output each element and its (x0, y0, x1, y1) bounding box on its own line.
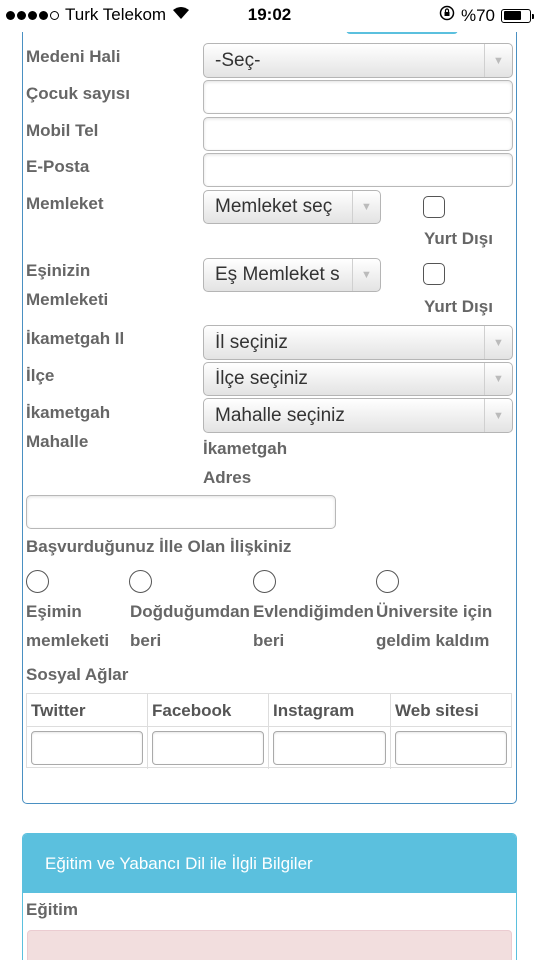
relation-option-label: memleketi (26, 631, 110, 650)
children-count-input[interactable] (203, 80, 513, 114)
spouse-hometown-label-line2: Memleketi (26, 290, 109, 309)
social-header-website: Web sitesi (391, 694, 511, 727)
education-panel: Eğitim ve Yabancı Dil ile İlgli Bilgiler… (22, 833, 517, 960)
status-bar: Turk Telekom 19:02 %70 (0, 0, 539, 32)
chevron-down-icon: ▼ (484, 44, 512, 77)
relation-label: Başvurduğunuz İlle Olan İlişkiniz (26, 537, 292, 556)
social-networks-label: Sosyal Ağlar (26, 665, 129, 684)
chevron-down-icon: ▼ (484, 399, 512, 432)
residence-neighborhood-label-line1: İkametgah (26, 403, 111, 422)
relation-radio-spouse[interactable] (26, 570, 49, 593)
facebook-input[interactable] (152, 731, 264, 765)
residence-address-label-line1: İkametgah (203, 439, 288, 458)
residence-province-select[interactable]: İl seçiniz ▼ (203, 325, 513, 360)
spouse-hometown-label-line1: Eşinizin (26, 261, 91, 280)
education-alert (27, 930, 512, 960)
relation-option-label: Evlendiğimden (253, 602, 374, 621)
instagram-input[interactable] (273, 731, 386, 765)
residence-province-label: İkametgah Il (26, 329, 125, 348)
relation-radio-marriage[interactable] (253, 570, 276, 593)
relation-option-label: Üniversite için (376, 602, 493, 621)
social-column: Twitter (27, 694, 148, 769)
chevron-down-icon: ▼ (484, 363, 512, 395)
social-header-instagram: Instagram (269, 694, 390, 727)
twitter-input[interactable] (31, 731, 143, 765)
marital-status-label: Medeni Hali (26, 47, 121, 66)
education-label: Eğitim (26, 900, 78, 919)
social-column: Facebook (148, 694, 269, 769)
spouse-abroad-label: Yurt Dışı (424, 297, 493, 316)
chevron-down-icon: ▼ (352, 191, 380, 223)
education-panel-title: Eğitim ve Yabancı Dil ile İlgli Bilgiler (23, 834, 516, 893)
children-count-label: Çocuk sayısı (26, 84, 130, 103)
website-input[interactable] (395, 731, 507, 765)
relation-radio-birth[interactable] (129, 570, 152, 593)
email-label: E-Posta (26, 157, 90, 176)
spouse-abroad-checkbox[interactable] (423, 263, 445, 285)
battery-percent: %70 (460, 5, 495, 25)
mobile-phone-input[interactable] (203, 117, 513, 151)
hometown-label: Memleket (26, 194, 104, 213)
relation-option-label: Eşimin (26, 602, 82, 621)
relation-option-label: beri (253, 631, 285, 650)
battery-icon (501, 8, 534, 23)
social-header-twitter: Twitter (27, 694, 147, 727)
residence-address-label-line2: Adres (203, 468, 252, 487)
relation-radio-university[interactable] (376, 570, 399, 593)
relation-option-label: beri (130, 631, 162, 650)
hometown-abroad-checkbox[interactable] (423, 196, 445, 218)
social-column: Web sitesi (391, 694, 511, 769)
relation-option-label: Doğduğumdan (130, 602, 250, 621)
relation-option-label: geldim kaldım (376, 631, 490, 650)
marital-status-select[interactable]: -Seç- ▼ (203, 43, 513, 78)
residence-neighborhood-select[interactable]: Mahalle seçiniz ▼ (203, 398, 513, 433)
social-column: Instagram (269, 694, 391, 769)
hometown-abroad-label: Yurt Dışı (424, 229, 493, 248)
chevron-down-icon: ▼ (484, 326, 512, 359)
spouse-hometown-select[interactable]: Eş Memleket s ▼ (203, 258, 381, 292)
mobile-phone-label: Mobil Tel (26, 121, 99, 140)
hometown-select[interactable]: Memleket seç ▼ (203, 190, 381, 224)
social-header-facebook: Facebook (148, 694, 268, 727)
social-networks-table: Twitter Facebook Instagram Web sitesi (26, 693, 512, 769)
residence-address-input[interactable] (26, 495, 336, 529)
orientation-lock-icon (439, 5, 455, 26)
residence-neighborhood-label-line2: Mahalle (26, 432, 89, 451)
district-select[interactable]: İlçe seçiniz ▼ (203, 362, 513, 396)
chevron-down-icon: ▼ (352, 259, 380, 291)
email-input[interactable] (203, 153, 513, 187)
district-label: İlçe (26, 366, 55, 385)
